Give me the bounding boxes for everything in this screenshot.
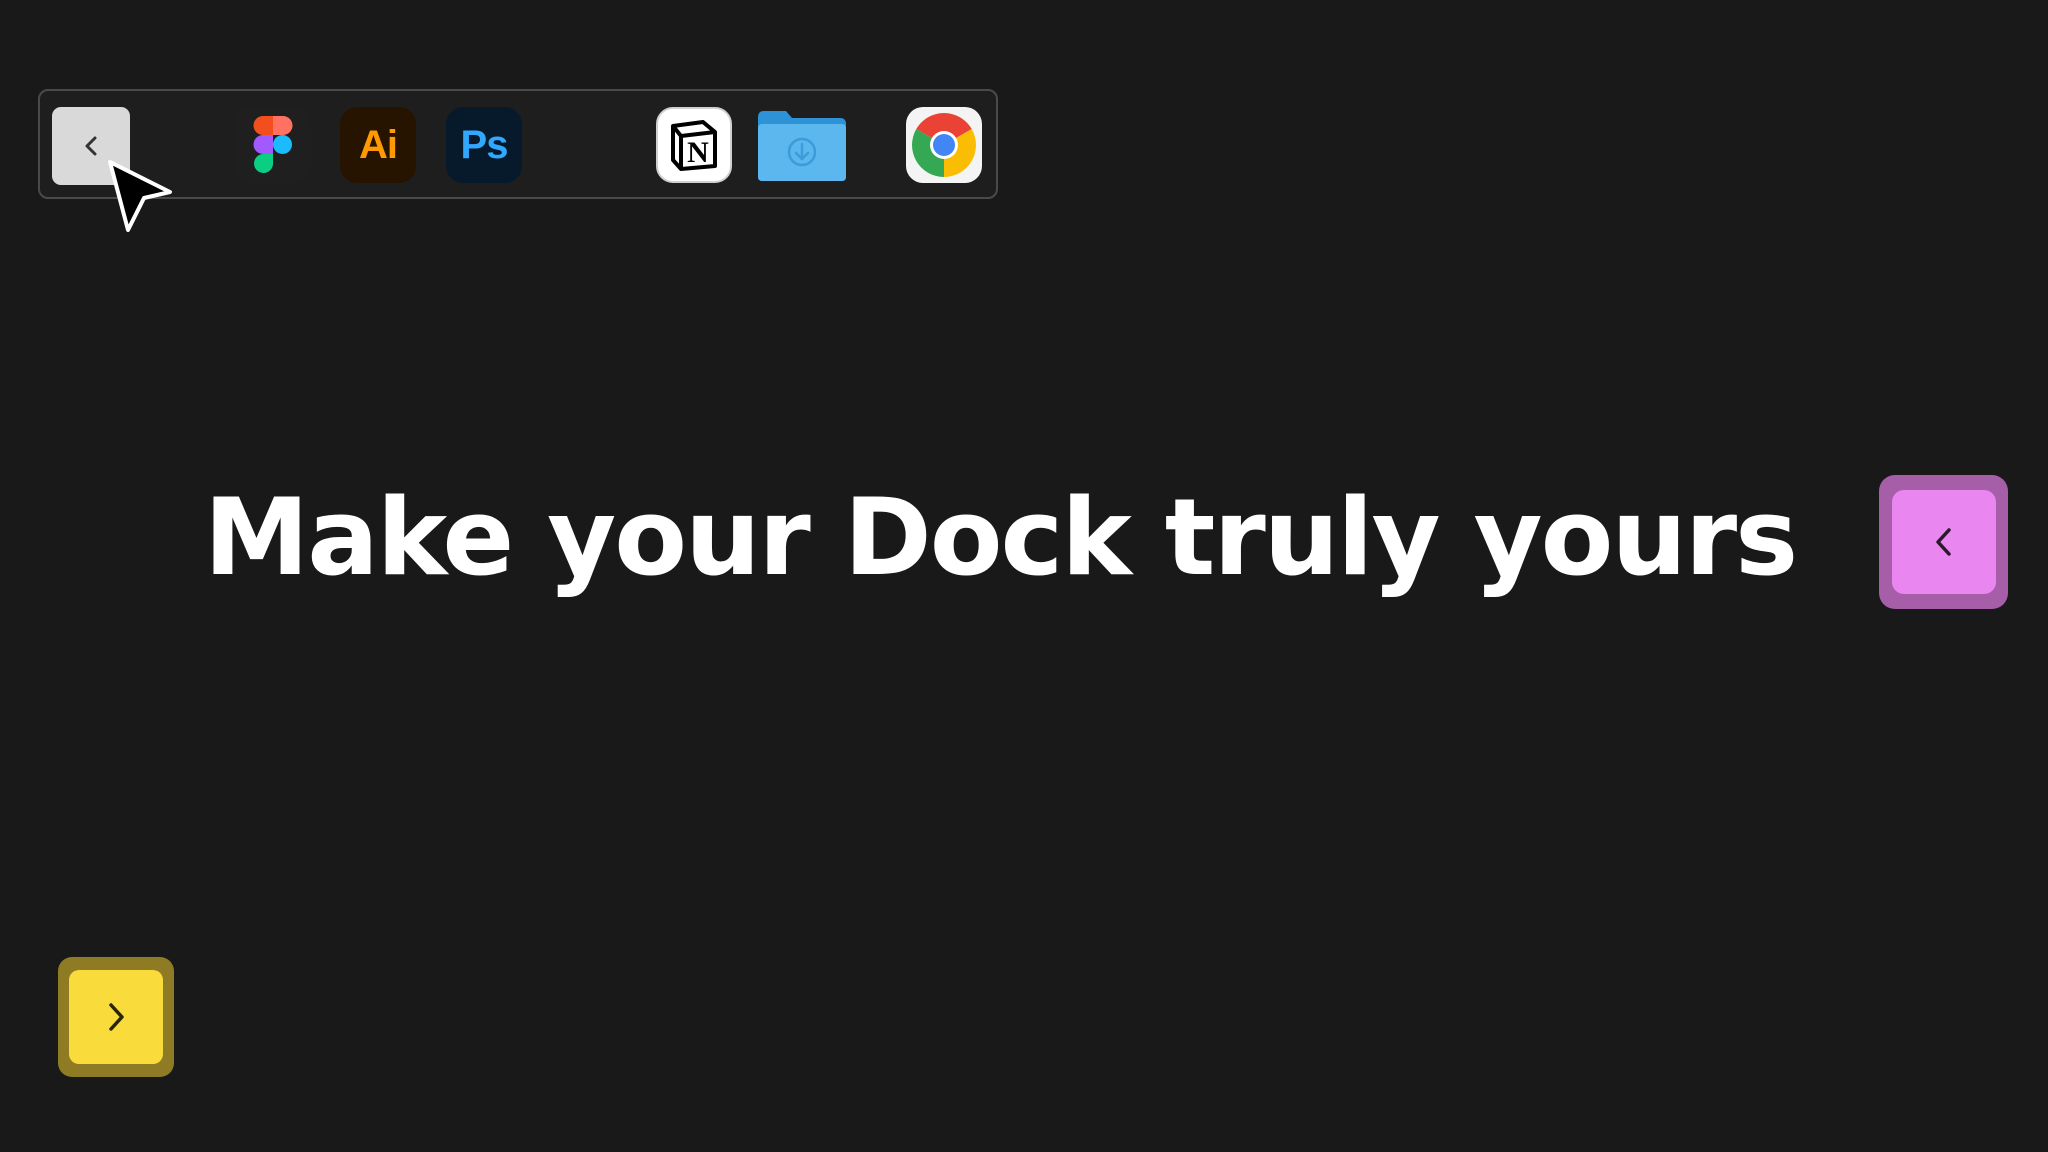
dock-app-figma[interactable] bbox=[235, 107, 311, 183]
chevron-left-icon bbox=[85, 136, 97, 156]
figma-icon bbox=[253, 116, 293, 173]
dock-app-illustrator[interactable]: Ai bbox=[340, 107, 416, 183]
svg-text:N: N bbox=[687, 136, 709, 169]
pink-left-key bbox=[1879, 475, 2008, 609]
yellow-right-key bbox=[58, 957, 174, 1077]
headline: Make your Dock truly yours bbox=[203, 476, 1799, 599]
dock-app-photoshop[interactable]: Ps bbox=[446, 107, 522, 183]
chevron-left-icon bbox=[1935, 528, 1951, 556]
notion-icon: N bbox=[671, 120, 717, 171]
illustrator-icon: Ai bbox=[359, 122, 398, 167]
photoshop-icon: Ps bbox=[460, 122, 509, 167]
mouse-cursor-icon bbox=[108, 160, 172, 232]
chevron-right-icon bbox=[109, 1003, 124, 1031]
dock-bar: Ai Ps N bbox=[38, 89, 998, 199]
pink-key-cap bbox=[1891, 490, 1996, 594]
downloads-folder-icon bbox=[758, 111, 846, 181]
yellow-key-cap bbox=[69, 970, 163, 1064]
screen: Ai Ps N Make your Dock truly yours bbox=[0, 0, 2048, 1152]
dock-app-notion[interactable]: N bbox=[656, 107, 732, 183]
dock-app-downloads[interactable] bbox=[756, 107, 848, 183]
chrome-icon bbox=[912, 113, 976, 177]
dock-app-chrome[interactable] bbox=[906, 107, 982, 183]
